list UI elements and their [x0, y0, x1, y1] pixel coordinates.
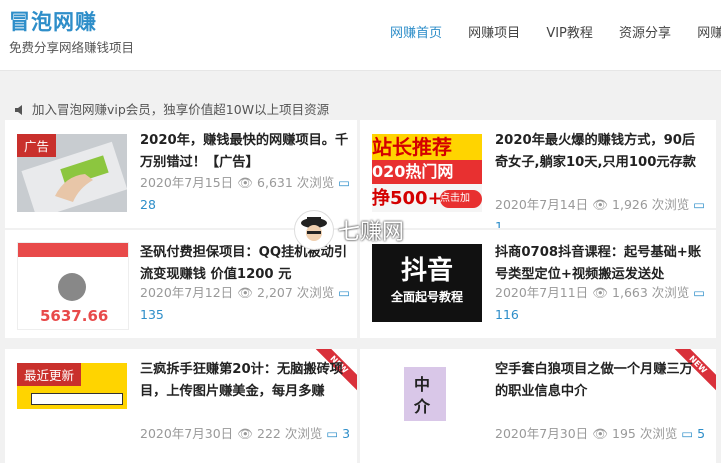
nav-item-projects[interactable]: 网赚项目 [468, 22, 520, 41]
eye-icon: 👁 [592, 285, 609, 300]
post-views: 1,663 [612, 285, 648, 300]
notice-bar: 加入冒泡网赚vip会员，独享价值超10W以上项目资源 [14, 99, 329, 119]
post-views-label: 次浏览 [651, 197, 690, 212]
post-meta: 2020年7月11日 👁 1,663 次浏览 ▭ 116 [495, 282, 710, 326]
post-card[interactable]: 站长推荐 020热门网 挣500+ 点击加 2020年最火爆的赚钱方式，90后奇… [360, 120, 716, 228]
watermark-text: 七赚网 [338, 220, 405, 245]
comment-icon: ▭ [338, 175, 351, 190]
speaker-icon [14, 104, 26, 119]
post-tag: 最近更新 [17, 363, 82, 386]
post-date: 2020年7月30日 [140, 426, 234, 441]
comment-icon: ▭ [693, 285, 706, 300]
post-views: 6,631 [257, 175, 293, 190]
post-views: 2,207 [257, 285, 293, 300]
nav-item-home[interactable]: 网赚首页 [390, 22, 442, 41]
post-meta: 2020年7月30日 👁 222 次浏览 ▭ 3 [140, 423, 355, 445]
post-views: 1,926 [612, 197, 648, 212]
post-thumbnail[interactable]: 抖音 全面起号教程 [372, 244, 482, 322]
post-title[interactable]: 2020年最火爆的赚钱方式，90后奇女子,躺家10天,只用100元存款 [495, 130, 705, 174]
post-meta: 2020年7月14日 👁 1,926 次浏览 ▭ 1 [495, 194, 710, 228]
watermark: 七赚网 [294, 210, 404, 250]
post-meta: 2020年7月12日 👁 2,207 次浏览 ▭ 135 [140, 282, 355, 326]
post-thumbnail[interactable]: 站长推荐 020热门网 挣500+ 点击加 [372, 134, 482, 212]
post-comments[interactable]: 3 [342, 426, 350, 441]
site-header: 冒泡网赚 免费分享网络赚钱项目 网赚首页 网赚项目 VIP教程 资源分享 网赚技… [0, 0, 721, 71]
post-date: 2020年7月12日 [140, 285, 234, 300]
post-views-label: 次浏览 [284, 426, 323, 441]
post-date: 2020年7月30日 [495, 426, 589, 441]
notice-text[interactable]: 加入冒泡网赚vip会员，独享价值超10W以上项目资源 [32, 102, 329, 117]
comment-icon: ▭ [693, 197, 706, 212]
post-title[interactable]: 2020年，赚钱最快的网赚项目。千万别错过！【广告】 [140, 130, 350, 174]
thumb-text: 5637.66 [40, 307, 109, 325]
thumb-text: 挣500+ [372, 188, 443, 209]
nav-item-resources[interactable]: 资源分享 [619, 22, 671, 41]
post-date: 2020年7月15日 [140, 175, 234, 190]
post-views: 195 [612, 426, 636, 441]
nav-item-vip[interactable]: VIP教程 [546, 22, 593, 41]
nav-item-tips[interactable]: 网赚技巧 [697, 22, 721, 41]
mascot-icon [294, 210, 334, 250]
post-comments[interactable]: 116 [495, 307, 519, 322]
thumb-text: 抖音 [400, 256, 453, 286]
post-card[interactable]: 最近更新 NEW 三疯拆手狂赚第20计：无脑搬砖项目，上传图片赚美金，每月多赚 … [5, 349, 357, 463]
post-thumbnail[interactable]: 5637.66 [17, 242, 129, 330]
post-comments[interactable]: 135 [140, 307, 164, 322]
post-meta: 2020年7月30日 👁 195 次浏览 ▭ 5 [495, 423, 710, 445]
post-views-label: 次浏览 [296, 175, 335, 190]
post-comments[interactable]: 28 [140, 197, 156, 212]
post-views-label: 次浏览 [651, 285, 690, 300]
post-views-label: 次浏览 [639, 426, 678, 441]
eye-icon: 👁 [237, 426, 254, 441]
post-views-label: 次浏览 [296, 285, 335, 300]
thumb-text: 站长推荐 [372, 134, 482, 160]
eye-icon: 👁 [592, 197, 609, 212]
post-thumbnail[interactable]: 中 介 [386, 363, 466, 425]
post-title[interactable]: 抖商0708抖音课程：起号基础+账号类型定位+视频搬运发送处 [495, 242, 705, 286]
eye-icon: 👁 [237, 175, 254, 190]
main-nav: 网赚首页 网赚项目 VIP教程 资源分享 网赚技巧 [390, 22, 721, 41]
avatar [58, 273, 86, 301]
thumb-text: 介 [414, 397, 431, 416]
post-card[interactable]: 中 介 NEW 空手套白狼项目之做一个月赚三万的职业信息中介 2020年7月30… [360, 349, 716, 463]
thumb-text: 020热门网 [372, 160, 482, 184]
thumb-header [18, 243, 128, 257]
site-subtitle: 免费分享网络赚钱项目 [9, 40, 135, 55]
thumb-text: 全面起号教程 [390, 290, 463, 304]
eye-icon: 👁 [592, 426, 609, 441]
comment-icon: ▭ [326, 426, 339, 441]
post-title[interactable]: 三疯拆手狂赚第20计：无脑搬砖项目，上传图片赚美金，每月多赚 [140, 359, 350, 403]
post-comments[interactable]: 5 [697, 426, 705, 441]
thumb-text: 点击加 [440, 190, 482, 208]
post-title[interactable]: 空手套白狼项目之做一个月赚三万的职业信息中介 [495, 359, 705, 403]
post-comments[interactable]: 1 [495, 219, 503, 228]
eye-icon: 👁 [237, 285, 254, 300]
comment-icon: ▭ [681, 426, 694, 441]
post-date: 2020年7月11日 [495, 285, 589, 300]
thumb-text: 中 [414, 375, 431, 394]
post-tag: 广告 [17, 134, 57, 157]
thumb-bar [31, 393, 123, 405]
post-date: 2020年7月14日 [495, 197, 589, 212]
comment-icon: ▭ [338, 285, 351, 300]
post-card[interactable]: 抖音 全面起号教程 抖商0708抖音课程：起号基础+账号类型定位+视频搬运发送处… [360, 230, 716, 338]
post-views: 222 [257, 426, 281, 441]
site-logo-title[interactable]: 冒泡网赚 [9, 6, 97, 36]
